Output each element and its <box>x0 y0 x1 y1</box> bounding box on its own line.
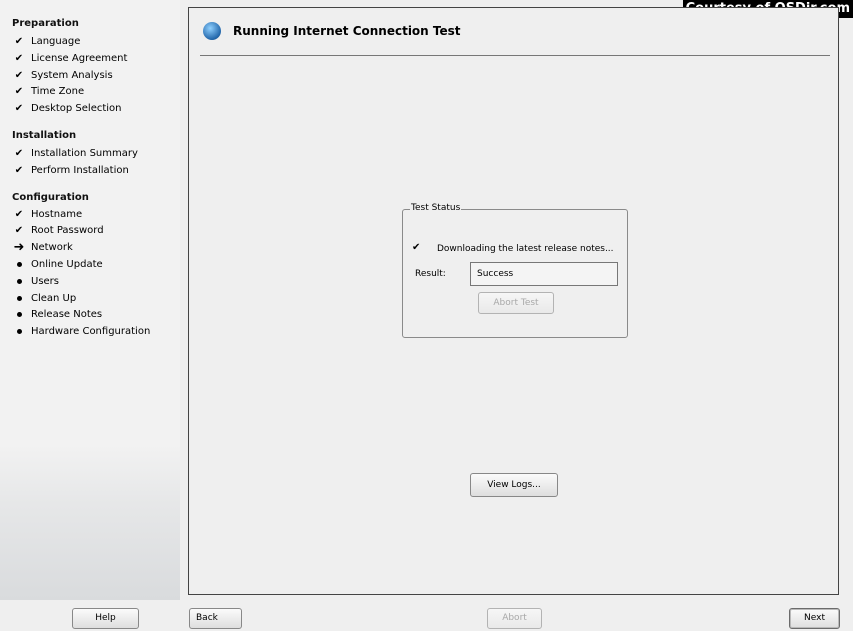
check-icon: ✔ <box>14 209 24 220</box>
title-divider <box>200 55 830 56</box>
check-icon: ✔ <box>14 70 24 81</box>
step-hostname: Hostname <box>31 209 83 220</box>
bullet-icon <box>13 293 25 305</box>
bullet-icon <box>13 276 25 288</box>
wizard-steps-sidebar: Preparation ✔ Language ✔ License Agreeme… <box>0 0 180 600</box>
bullet-icon <box>13 309 25 321</box>
current-step-text: Downloading the latest release notes... <box>437 244 614 254</box>
step-desktop-selection: Desktop Selection <box>31 103 122 114</box>
result-label: Result: <box>415 269 446 279</box>
step-hardware-configuration: Hardware Configuration <box>31 326 151 337</box>
step-network: Network <box>31 242 73 253</box>
main-content-panel: Running Internet Connection Test Test St… <box>188 7 839 595</box>
abort-test-button[interactable]: Abort Test <box>478 292 554 314</box>
section-title-installation: Installation <box>12 130 77 141</box>
check-icon: ✔ <box>14 53 24 64</box>
page-title: Running Internet Connection Test <box>233 24 461 38</box>
globe-icon <box>203 22 221 40</box>
back-button[interactable]: Back <box>189 608 242 629</box>
check-icon: ✔ <box>412 242 421 253</box>
test-status-group: Test Status ✔ Downloading the latest rel… <box>402 203 628 338</box>
step-time-zone: Time Zone <box>31 86 85 97</box>
step-language: Language <box>31 36 81 47</box>
step-system-analysis: System Analysis <box>31 70 113 81</box>
step-license-agreement: License Agreement <box>31 53 128 64</box>
check-icon: ✔ <box>14 225 24 236</box>
check-icon: ✔ <box>14 36 24 47</box>
section-title-preparation: Preparation <box>12 18 79 29</box>
next-button[interactable]: Next <box>789 608 840 629</box>
test-status-legend: Test Status <box>410 203 462 213</box>
check-icon: ✔ <box>14 86 24 97</box>
step-release-notes: Release Notes <box>31 309 103 320</box>
result-field: Success <box>470 262 618 286</box>
help-button[interactable]: Help <box>72 608 139 629</box>
step-perform-installation: Perform Installation <box>31 165 129 176</box>
step-clean-up: Clean Up <box>31 293 77 304</box>
check-icon: ✔ <box>14 165 24 176</box>
bullet-icon <box>13 326 25 338</box>
step-online-update: Online Update <box>31 259 103 270</box>
abort-button[interactable]: Abort <box>487 608 542 629</box>
check-icon: ✔ <box>14 103 24 114</box>
check-icon: ✔ <box>14 148 24 159</box>
step-root-password: Root Password <box>31 225 104 236</box>
step-installation-summary: Installation Summary <box>31 148 138 159</box>
view-logs-button[interactable]: View Logs... <box>470 473 558 497</box>
arrow-right-icon: ➜ <box>13 240 25 255</box>
section-title-configuration: Configuration <box>12 192 89 203</box>
bullet-icon <box>13 259 25 271</box>
step-users: Users <box>31 276 60 287</box>
